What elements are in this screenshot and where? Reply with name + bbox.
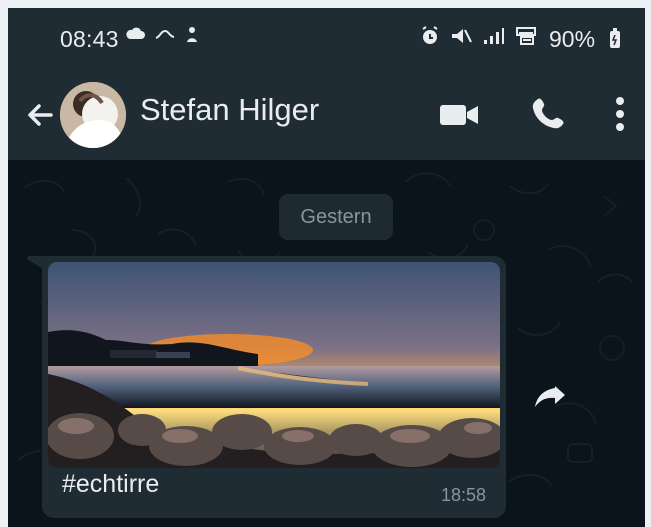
battery-percentage: 90% xyxy=(549,26,596,52)
status-left-icons xyxy=(126,25,200,43)
whatsapp-chat-screen: 08:43 90% Stefan Hilger Gestern #echtirr… xyxy=(8,8,645,527)
chat-header: Stefan Hilger xyxy=(8,70,645,160)
date-separator: Gestern xyxy=(279,194,393,240)
alarm-icon xyxy=(422,26,438,44)
phone-call-icon[interactable] xyxy=(528,95,566,133)
contact-name[interactable]: Stefan Hilger xyxy=(140,92,319,128)
battery-icon xyxy=(610,28,620,48)
mute-icon xyxy=(452,29,472,43)
signal-path-icon xyxy=(155,29,175,39)
avatar[interactable] xyxy=(60,82,126,148)
chat-area: Gestern #echtirre 18:58 xyxy=(8,160,645,527)
more-options-icon[interactable] xyxy=(613,94,627,134)
message-time: 18:58 xyxy=(440,485,486,505)
cloud-icon xyxy=(126,27,145,39)
incoming-message-bubble[interactable]: #echtirre 18:58 xyxy=(42,256,506,518)
person-icon xyxy=(187,27,197,42)
forward-arrow-icon[interactable] xyxy=(533,377,569,413)
message-photo[interactable] xyxy=(48,262,500,468)
status-bar: 08:43 90% xyxy=(8,8,645,70)
status-right-icons xyxy=(419,25,541,47)
status-time: 08:43 xyxy=(60,26,119,52)
back-arrow-icon[interactable] xyxy=(25,100,55,130)
message-caption: #echtirre xyxy=(62,470,160,498)
network-icon xyxy=(516,27,536,45)
video-call-icon[interactable] xyxy=(439,102,479,128)
signal-icon xyxy=(484,28,504,44)
